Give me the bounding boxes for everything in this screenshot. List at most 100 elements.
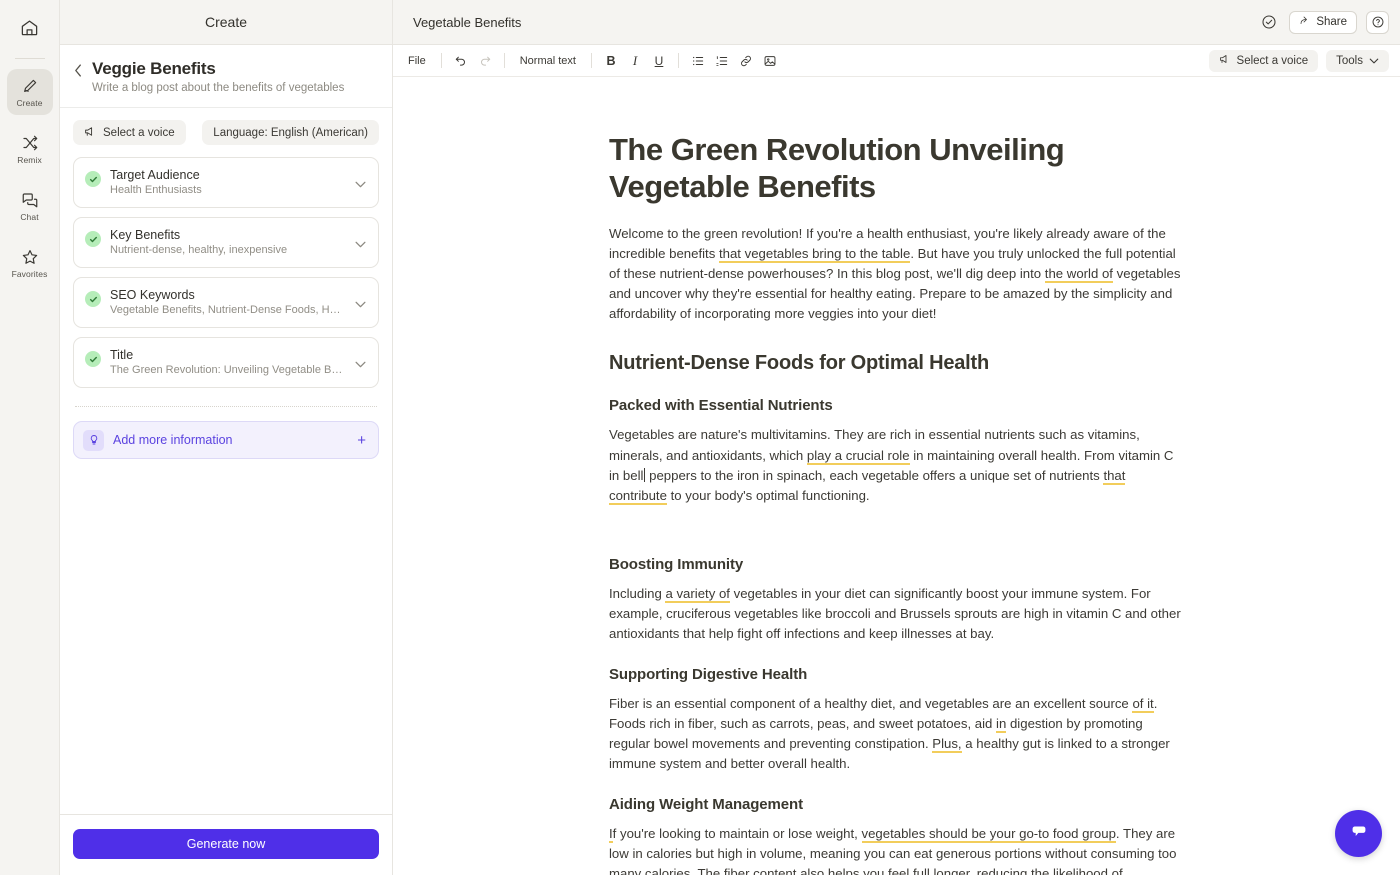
field-card-title: Key Benefits <box>110 228 181 242</box>
underline-button[interactable]: U <box>648 50 670 72</box>
toolbar-voice-label: Select a voice <box>1236 54 1309 67</box>
sidebar-item-remix[interactable]: Remix <box>7 126 53 172</box>
select-a-voice-button[interactable]: Select a voice <box>73 120 186 145</box>
image-icon[interactable] <box>759 50 781 72</box>
page-subtitle: Write a blog post about the benefits of … <box>92 82 345 94</box>
share-button[interactable]: Share <box>1289 10 1357 34</box>
highlighted-phrase[interactable]: Plus, <box>932 736 962 754</box>
document-title: Vegetable Benefits <box>413 14 522 30</box>
chevron-down-icon[interactable] <box>355 355 366 373</box>
rail-divider <box>14 58 45 59</box>
project-header: Veggie Benefits Write a blog post about … <box>60 45 392 108</box>
document-paragraph-intro: Welcome to the green revolution! If you'… <box>609 224 1184 324</box>
chevron-down-icon <box>1369 55 1379 67</box>
sidebar-item-label: Favorites <box>11 268 48 279</box>
star-icon <box>21 248 39 266</box>
sidebar-item-label: Create <box>16 97 43 108</box>
lightbulb-icon <box>83 429 104 451</box>
document-paragraph-4: If you're looking to maintain or lose we… <box>609 824 1184 875</box>
text-style-dropdown[interactable]: Normal text <box>513 52 583 70</box>
create-panel-header: Create <box>60 0 392 45</box>
toolbar-divider <box>590 53 592 68</box>
highlighted-phrase[interactable]: the world of <box>1044 266 1113 284</box>
field-card-title: SEO Keywords <box>110 288 195 302</box>
italic-button[interactable]: I <box>624 50 646 72</box>
create-panel-body: Select a voice Language: English (Americ… <box>60 108 392 814</box>
pencil-icon <box>21 77 39 95</box>
file-menu-button[interactable]: File <box>401 52 433 70</box>
check-icon <box>85 291 101 307</box>
chat-support-fab[interactable] <box>1335 810 1382 857</box>
page-title: Veggie Benefits <box>92 59 216 78</box>
tools-label: Tools <box>1336 54 1363 67</box>
document-scroll-area[interactable]: The Green Revolution Unveiling Vegetable… <box>393 77 1400 875</box>
field-card-value: Nutrient-dense, healthy, inexpensive <box>110 244 288 256</box>
highlighted-phrase[interactable]: play a crucial role <box>806 447 910 465</box>
text-run: Fiber is an essential component of a hea… <box>609 695 1133 711</box>
undo-icon[interactable] <box>450 50 472 72</box>
text-run: f you're looking to maintain or lose wei… <box>612 826 862 842</box>
field-card-title-label: Title <box>110 348 134 362</box>
document-heading-3-packed: Packed with Essential Nutrients <box>609 397 833 415</box>
field-card-seo-keywords[interactable]: SEO Keywords Vegetable Benefits, Nutrien… <box>73 277 379 328</box>
language-button[interactable]: Language: English (American) <box>202 120 379 145</box>
help-circle-icon[interactable] <box>1366 10 1389 34</box>
field-card-title[interactable]: Title The Green Revolution: Unveiling Ve… <box>73 337 379 388</box>
document-paragraph-2: Including a variety of vegetables in you… <box>609 584 1184 644</box>
redo-icon[interactable] <box>474 50 496 72</box>
sidebar-item-create[interactable]: Create <box>6 69 53 115</box>
back-button[interactable] <box>74 59 83 79</box>
tools-dropdown-button[interactable]: Tools <box>1326 49 1389 72</box>
field-card-value: Vegetable Benefits, Nutrient-Dense Foods… <box>110 304 346 316</box>
editor-area: Vegetable Benefits Share File Normal tex… <box>393 0 1400 875</box>
highlighted-phrase[interactable]: a variety of <box>665 585 730 603</box>
bold-button[interactable]: B <box>600 50 622 72</box>
check-icon <box>85 351 101 367</box>
add-more-label: Add more information <box>113 433 233 447</box>
document-paragraph-3: Fiber is an essential component of a hea… <box>609 694 1184 774</box>
link-icon[interactable] <box>735 50 757 72</box>
panel-title: Create <box>204 14 248 30</box>
megaphone-icon <box>1219 53 1231 68</box>
highlighted-phrase[interactable]: in <box>996 715 1007 733</box>
toolbar-divider <box>440 53 442 68</box>
document-heading-3-digestive: Supporting Digestive Health <box>609 665 808 683</box>
highlighted-phrase[interactable]: that vegetables bring to the table <box>718 246 911 264</box>
app-root: Create Remix Chat Favorites Create Veggi… <box>0 0 1400 875</box>
chevron-down-icon[interactable] <box>355 235 366 253</box>
dotted-divider <box>75 406 377 407</box>
check-circle-icon[interactable] <box>1257 11 1280 34</box>
document-paragraph-1: Vegetables are nature's multivitamins. T… <box>609 425 1184 505</box>
field-card-key-benefits[interactable]: Key Benefits Nutrient-dense, healthy, in… <box>73 217 379 268</box>
toolbar-right-actions: Select a voice Tools <box>1208 49 1389 72</box>
highlighted-phrase[interactable]: of it <box>1132 695 1154 713</box>
document-heading-3-immunity: Boosting Immunity <box>609 555 744 573</box>
field-card-value: The Green Revolution: Unveiling Vegetabl… <box>110 364 346 376</box>
sidebar-item-label: Chat <box>20 211 39 222</box>
editor-header: Vegetable Benefits Share <box>393 0 1400 45</box>
document-heading-3-weight: Aiding Weight Management <box>609 796 803 814</box>
panel-chip-row: Select a voice Language: English (Americ… <box>73 120 379 145</box>
check-icon <box>85 171 101 187</box>
sidebar-item-chat[interactable]: Chat <box>7 183 53 229</box>
plus-icon[interactable]: + <box>357 433 366 448</box>
chevron-down-icon[interactable] <box>355 295 366 313</box>
bullet-list-icon[interactable] <box>687 50 709 72</box>
editor-toolbar: File Normal text B I U Select a voice To… <box>393 45 1400 77</box>
field-card-target-audience[interactable]: Target Audience Health Enthusiasts <box>73 157 379 208</box>
home-button[interactable] <box>10 10 50 50</box>
text-run: Including <box>609 585 666 601</box>
generate-now-button[interactable]: Generate now <box>73 829 379 859</box>
numbered-list-icon[interactable] <box>711 50 733 72</box>
toolbar-divider <box>677 53 679 68</box>
document-body[interactable]: The Green Revolution Unveiling Vegetable… <box>609 77 1184 875</box>
sidebar-item-favorites[interactable]: Favorites <box>7 240 53 286</box>
chevron-down-icon[interactable] <box>355 175 366 193</box>
add-more-information-button[interactable]: Add more information + <box>73 421 379 459</box>
home-icon <box>20 18 39 42</box>
highlighted-phrase[interactable]: vegetables should be your go-to food gro… <box>861 826 1116 844</box>
toolbar-select-a-voice-button[interactable]: Select a voice <box>1208 49 1319 72</box>
megaphone-icon <box>84 125 97 141</box>
select-a-voice-label: Select a voice <box>103 126 175 139</box>
